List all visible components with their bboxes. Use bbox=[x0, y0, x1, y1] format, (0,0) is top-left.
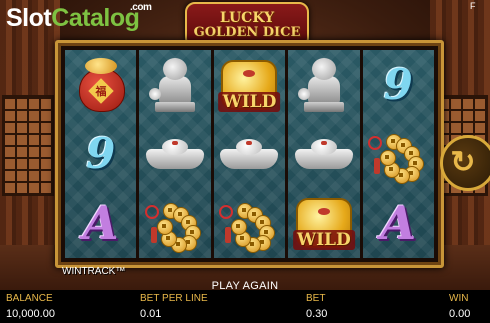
menu-hint[interactable]: F bbox=[470, 1, 476, 11]
nine-symbol: 9 bbox=[86, 129, 116, 179]
spin-button[interactable]: ↻ bbox=[440, 135, 490, 191]
balance-label: BALANCE bbox=[6, 293, 53, 304]
lion-head bbox=[311, 57, 336, 80]
bottom-bar: BALANCE 10,000.00 BET PER LINE 0.01 BET … bbox=[0, 290, 490, 323]
pot-sign-text: 福 bbox=[95, 85, 107, 98]
reel-cell: WILD bbox=[214, 50, 285, 119]
reel-cell bbox=[214, 189, 285, 258]
watermark-suffix: .com bbox=[130, 2, 152, 13]
bet-per-line-label: BET PER LINE bbox=[140, 293, 208, 304]
lion-pedestal bbox=[303, 101, 344, 112]
golden-dice-icon: WILD bbox=[293, 198, 355, 251]
reel-cell bbox=[288, 119, 359, 188]
coin-string-icon bbox=[219, 197, 279, 254]
reel-4: WILD bbox=[288, 50, 360, 258]
wintrack-label[interactable]: WINTRACK™ bbox=[62, 266, 125, 277]
golden-pot-icon: 福 bbox=[78, 57, 125, 112]
lion-ball bbox=[149, 87, 162, 100]
reel-cell: 福 bbox=[65, 50, 136, 119]
knot-icon bbox=[219, 205, 234, 220]
balance-field: BALANCE 10,000.00 bbox=[6, 292, 55, 321]
watermark-part1: Slot bbox=[6, 4, 52, 32]
ingot-dot bbox=[172, 140, 179, 145]
win-value: 0.00 bbox=[449, 308, 471, 320]
reel-cell bbox=[139, 50, 210, 119]
refresh-arrow-icon: ↻ bbox=[450, 146, 476, 179]
reel-cell bbox=[139, 119, 210, 188]
game-title-line1: LUCKY bbox=[219, 9, 275, 26]
coin-string-icon bbox=[368, 128, 428, 184]
status-message: PLAY AGAIN bbox=[211, 280, 279, 290]
dice-pip bbox=[317, 208, 330, 216]
silver-ingot-icon bbox=[146, 138, 205, 169]
pot-mouth bbox=[84, 57, 117, 74]
tassel-icon bbox=[374, 157, 381, 174]
bet-per-line-value: 0.01 bbox=[140, 308, 162, 320]
game-title-line2: GOLDEN DICE bbox=[193, 24, 301, 40]
nine-symbol: 9 bbox=[383, 60, 413, 110]
silver-ingot-icon bbox=[220, 138, 279, 169]
watermark-part2: Catalog bbox=[51, 4, 140, 32]
dice-pip bbox=[243, 69, 256, 77]
reel-cell bbox=[214, 119, 285, 188]
reel-grid: 福 9 A WILD WILD 9 A bbox=[65, 50, 434, 258]
game-stage: SlotCatalog .com LUCKY GOLDEN DICE F 福9A… bbox=[0, 0, 490, 290]
reel-frame: 福 9 A WILD WILD 9 A bbox=[55, 40, 444, 268]
balance-value: 10,000.00 bbox=[6, 308, 55, 320]
ingot-dot bbox=[320, 140, 327, 145]
lion-head bbox=[163, 57, 188, 80]
lion-pedestal bbox=[155, 101, 196, 112]
reel-3: WILD bbox=[213, 50, 286, 258]
lion-statue-icon bbox=[297, 57, 344, 112]
pot-sign: 福 bbox=[87, 77, 114, 104]
tassel-icon bbox=[151, 227, 158, 244]
reel-cell: A bbox=[363, 189, 434, 258]
reel-cell: 9 bbox=[363, 50, 434, 119]
lattice-window-left bbox=[2, 95, 54, 196]
reel-1: 福 9 A bbox=[65, 50, 137, 258]
knot-icon bbox=[368, 135, 383, 150]
win-label: WIN bbox=[449, 293, 469, 304]
letter-a-symbol: A bbox=[380, 196, 417, 251]
knot-icon bbox=[145, 205, 160, 220]
reel-cell bbox=[363, 119, 434, 188]
bet-label: BET bbox=[306, 293, 326, 304]
reel-cell: 9 bbox=[65, 119, 136, 188]
reel-2 bbox=[139, 50, 211, 258]
lion-body bbox=[159, 75, 192, 104]
wild-label: WILD bbox=[293, 230, 355, 251]
reel-cell: A bbox=[65, 189, 136, 258]
reel-5: 9A bbox=[362, 50, 434, 258]
tassel-icon bbox=[225, 227, 232, 244]
lion-body bbox=[307, 75, 340, 104]
letter-a-symbol: A bbox=[82, 196, 119, 251]
reel-cell bbox=[288, 50, 359, 119]
reel-cell: WILD bbox=[288, 189, 359, 258]
golden-dice-icon: WILD bbox=[218, 59, 281, 112]
watermark-logo: SlotCatalog .com bbox=[6, 3, 152, 32]
win-field: WIN 0.00 bbox=[449, 292, 470, 321]
bet-value: 0.30 bbox=[306, 308, 328, 320]
lion-ball bbox=[297, 87, 310, 100]
coin-string-icon bbox=[145, 197, 205, 254]
silver-ingot-icon bbox=[294, 138, 353, 169]
bet-per-line-field[interactable]: BET PER LINE 0.01 bbox=[140, 292, 208, 321]
wild-label: WILD bbox=[218, 91, 281, 112]
reel-cell bbox=[139, 189, 210, 258]
bet-field[interactable]: BET 0.30 bbox=[306, 292, 327, 321]
lion-statue-icon bbox=[149, 57, 196, 112]
